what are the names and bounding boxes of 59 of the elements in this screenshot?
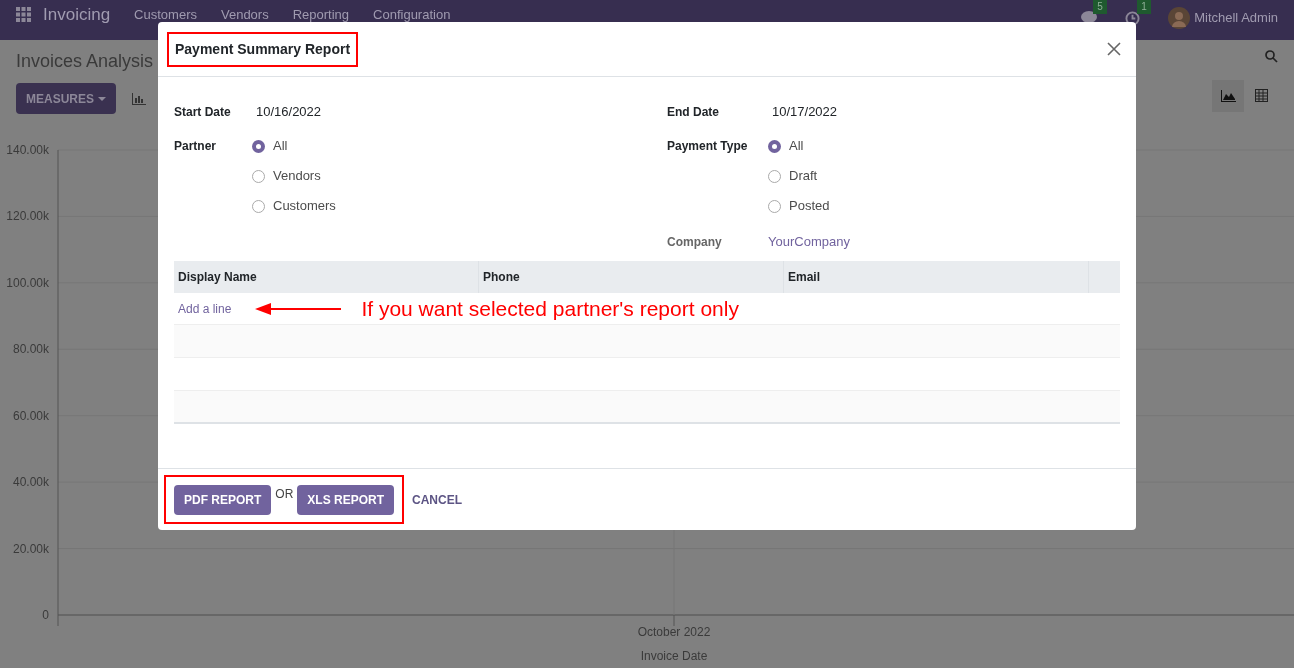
radio-label: Customers bbox=[273, 197, 336, 216]
field-label: Company bbox=[667, 234, 723, 251]
y-tick-label: 80.00k bbox=[12, 342, 49, 357]
y-tick-label: 140.00k bbox=[6, 143, 49, 157]
column-header: Phone bbox=[479, 261, 784, 293]
chat-icon[interactable] bbox=[1081, 11, 1098, 25]
y-tick-label: 40.00k bbox=[12, 475, 49, 490]
radio-label: Posted bbox=[789, 197, 830, 216]
column-header: Display Name bbox=[174, 261, 479, 293]
x-tick-label: October 2022 bbox=[637, 625, 711, 639]
radio-button[interactable] bbox=[252, 139, 265, 153]
search-icon[interactable] bbox=[1265, 50, 1278, 63]
dialog-title: Payment Summary Report bbox=[167, 31, 359, 67]
field-label: End Date bbox=[667, 104, 720, 121]
radio-label: All bbox=[273, 137, 288, 156]
menu-item[interactable]: Vendors bbox=[220, 8, 269, 22]
radio-label: Draft bbox=[789, 167, 818, 186]
table-icon[interactable] bbox=[1255, 89, 1268, 102]
menu-item[interactable]: Customers bbox=[134, 8, 197, 22]
field-label: Payment Type bbox=[667, 138, 749, 155]
add-line-link[interactable]: Add a line bbox=[174, 299, 236, 318]
date-field[interactable]: 10/16/2022 bbox=[256, 102, 322, 122]
bar-chart-icon[interactable] bbox=[132, 92, 146, 105]
company-link[interactable]: YourCompany bbox=[768, 232, 850, 252]
field-label: Partner bbox=[174, 138, 218, 155]
radio-button[interactable] bbox=[252, 199, 265, 213]
pdf-report-button[interactable]: PDF REPORT bbox=[174, 484, 272, 515]
apps-grid-icon[interactable] bbox=[16, 7, 31, 22]
radio-button[interactable] bbox=[768, 199, 781, 213]
radio-button[interactable] bbox=[768, 139, 781, 153]
y-tick-label: 60.00k bbox=[12, 408, 49, 423]
or-text: OR bbox=[275, 486, 294, 503]
y-tick-label: 0 bbox=[42, 608, 49, 622]
y-tick-label: 20.00k bbox=[12, 541, 49, 556]
app-name[interactable]: Invoicing bbox=[43, 7, 111, 22]
cancel-button[interactable]: CANCEL bbox=[408, 490, 467, 509]
radio-label: Vendors bbox=[273, 167, 321, 186]
radio-button[interactable] bbox=[768, 169, 781, 183]
page-title: Invoices Analysis bbox=[16, 50, 154, 73]
radio-button[interactable] bbox=[252, 169, 265, 183]
user-name[interactable]: Mitchell Admin bbox=[1194, 8, 1278, 28]
menu-item[interactable]: Reporting bbox=[292, 8, 350, 22]
x-axis-title: Invoice Date bbox=[640, 649, 708, 663]
field-label: Start Date bbox=[174, 104, 232, 121]
area-chart-icon bbox=[1220, 90, 1236, 102]
avatar-icon[interactable] bbox=[1168, 7, 1191, 29]
measures-button[interactable]: MEASURES bbox=[16, 83, 116, 114]
date-field[interactable]: 10/17/2022 bbox=[772, 102, 838, 122]
xls-report-button[interactable]: XLS REPORT bbox=[297, 484, 395, 515]
count-badge: 5 bbox=[1093, 0, 1107, 14]
annotation-text: If you want selected partner's report only bbox=[361, 295, 739, 322]
y-tick-label: 120.00k bbox=[6, 209, 49, 224]
area-chart-button[interactable] bbox=[1212, 80, 1244, 112]
close-icon[interactable] bbox=[1107, 42, 1121, 56]
radio-label: All bbox=[789, 137, 804, 156]
menu-item[interactable]: Configuration bbox=[373, 8, 451, 22]
count-badge: 1 bbox=[1137, 0, 1151, 14]
column-header: Email bbox=[784, 261, 1089, 293]
y-tick-label: 100.00k bbox=[6, 275, 49, 290]
